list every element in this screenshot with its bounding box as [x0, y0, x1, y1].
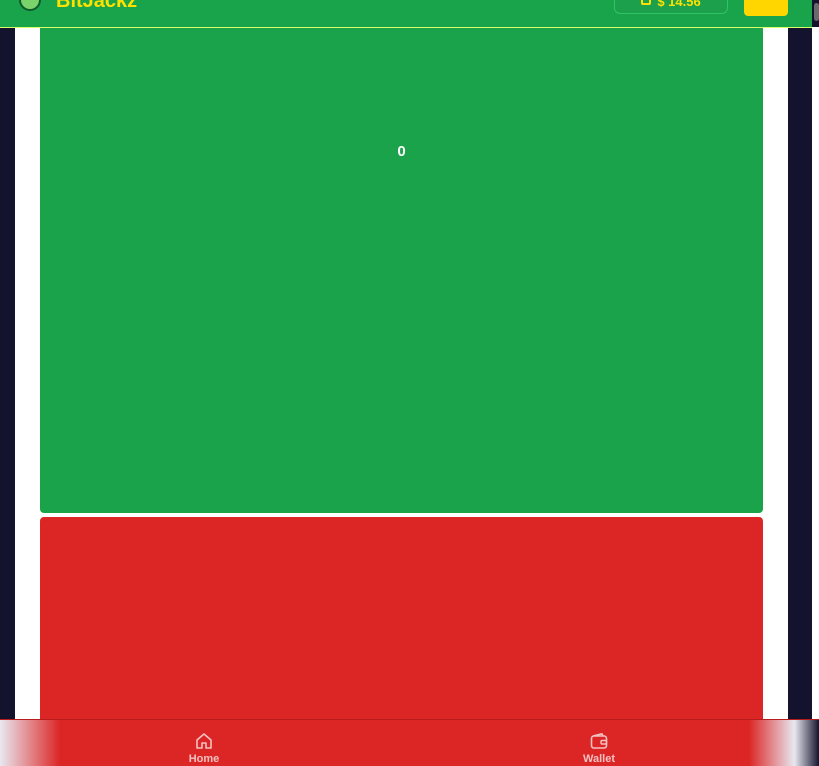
red-panel[interactable]: [40, 517, 763, 727]
brand-name[interactable]: BitJackz: [56, 0, 137, 12]
coin-logo-icon[interactable]: [19, 0, 41, 11]
scrollbar-thumb[interactable]: [814, 3, 819, 21]
menu-button[interactable]: [744, 0, 788, 16]
nav-item-wallet[interactable]: Wallet: [559, 732, 639, 766]
balance-amount: $ 14.56: [657, 0, 701, 9]
scrollbar-track[interactable]: [812, 27, 819, 720]
bottom-nav: Home Wallet: [0, 719, 819, 766]
app-page: BitJackz $ 14.56 0 Home Wallet: [0, 0, 819, 766]
wallet-icon: [590, 733, 608, 749]
nav-edge-glow-left: [0, 720, 60, 766]
green-panel-value: 0: [397, 143, 406, 160]
top-header: BitJackz $ 14.56: [0, 0, 812, 28]
nav-item-wallet-label: Wallet: [583, 753, 615, 765]
green-panel[interactable]: 0: [40, 27, 763, 513]
nav-item-home[interactable]: Home: [164, 732, 244, 766]
balance-button[interactable]: $ 14.56: [614, 0, 728, 14]
home-icon: [196, 733, 212, 749]
nav-edge-glow-right: [749, 720, 819, 766]
nav-item-home-label: Home: [188, 753, 220, 765]
wallet-icon: [641, 0, 652, 5]
